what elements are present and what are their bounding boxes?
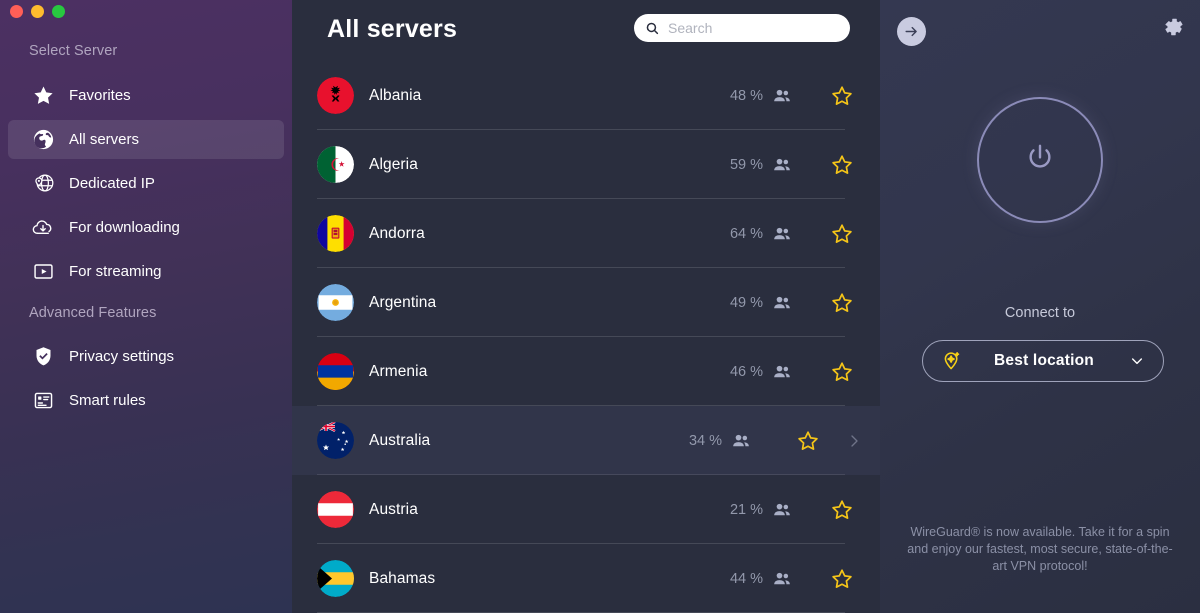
armenia-flag (317, 353, 354, 390)
sidebar-item-for-streaming[interactable]: For streaming (8, 252, 284, 291)
users-icon (772, 86, 792, 106)
country-name: Andorra (369, 224, 425, 242)
country-name: Armenia (369, 362, 428, 380)
austria-flag (317, 491, 354, 528)
sidebar-nav-primary: Favorites All servers Dedicated IP For d… (8, 76, 284, 296)
server-load: 46 % (729, 363, 763, 380)
shield-check-icon (30, 344, 56, 370)
sidebar: Select Server Favorites All servers Dedi… (0, 0, 292, 613)
rules-list-icon (30, 388, 56, 414)
chevron-down-icon[interactable] (1129, 353, 1145, 369)
users-icon (772, 224, 792, 244)
server-list-panel: All servers Albania (292, 0, 880, 613)
table-row[interactable]: Bahamas 44 % (292, 544, 880, 613)
sidebar-item-privacy-settings[interactable]: Privacy settings (8, 337, 284, 376)
users-icon (772, 155, 792, 175)
sidebar-item-all-servers[interactable]: All servers (8, 120, 284, 159)
sidebar-section-title: Select Server (29, 43, 118, 59)
play-screen-icon (30, 259, 56, 285)
sidebar-item-smart-rules[interactable]: Smart rules (8, 381, 284, 420)
server-load: 44 % (729, 570, 763, 587)
table-row[interactable]: Albania 48 % (292, 61, 880, 130)
server-load: 21 % (729, 501, 763, 518)
table-row[interactable]: Algeria 59 % (292, 130, 880, 199)
country-name: Bahamas (369, 569, 436, 587)
search-icon (645, 21, 660, 36)
maximize-window-button[interactable] (52, 5, 65, 18)
sidebar-item-label: Favorites (69, 87, 131, 104)
algeria-flag (317, 146, 354, 183)
server-load: 49 % (729, 294, 763, 311)
country-name: Argentina (369, 293, 437, 311)
best-location-selector[interactable]: Best location (922, 340, 1164, 382)
sidebar-item-dedicated-ip[interactable]: Dedicated IP (8, 164, 284, 203)
chevron-right-icon[interactable] (846, 433, 862, 449)
page-title: All servers (327, 15, 458, 43)
close-window-button[interactable] (10, 5, 23, 18)
sidebar-advanced-title: Advanced Features (29, 305, 157, 321)
server-load: 64 % (729, 225, 763, 242)
power-button[interactable] (977, 97, 1103, 223)
sidebar-item-label: For downloading (69, 219, 180, 236)
vpn-app-window: Select Server Favorites All servers Dedi… (0, 0, 1200, 613)
table-row[interactable]: Austria 21 % (292, 475, 880, 544)
gear-icon[interactable] (1160, 14, 1186, 40)
users-icon (772, 362, 792, 382)
users-icon (772, 569, 792, 589)
users-icon (772, 293, 792, 313)
favorite-star-icon[interactable] (830, 222, 854, 246)
users-icon (772, 500, 792, 520)
table-row[interactable]: Armenia 46 % (292, 337, 880, 406)
server-load: 34 % (688, 432, 722, 449)
search-input[interactable] (668, 18, 849, 38)
minimize-window-button[interactable] (31, 5, 44, 18)
favorite-star-icon[interactable] (830, 360, 854, 384)
favorite-star-icon[interactable] (796, 429, 820, 453)
star-icon (30, 83, 56, 109)
australia-flag (317, 422, 354, 459)
sidebar-item-label: Smart rules (69, 392, 146, 409)
sidebar-item-label: Privacy settings (69, 348, 175, 365)
country-name: Austria (369, 500, 418, 518)
sidebar-item-label: Dedicated IP (69, 175, 155, 192)
cloud-download-icon (30, 215, 56, 241)
country-name: Algeria (369, 155, 418, 173)
sidebar-item-label: All servers (69, 131, 140, 148)
arrow-right-circle-icon[interactable] (897, 17, 926, 46)
promo-text: WireGuard® is now available. Take it for… (907, 525, 1173, 573)
sidebar-item-label: For streaming (69, 263, 162, 280)
server-rows: Albania 48 % Algeria 59 % Andorra 64 % A… (292, 61, 880, 613)
sidebar-item-favorites[interactable]: Favorites (8, 76, 284, 115)
table-row[interactable]: Argentina 49 % (292, 268, 880, 337)
favorite-star-icon[interactable] (830, 567, 854, 591)
table-row[interactable]: Australia 34 % (292, 406, 880, 475)
sidebar-item-for-downloading[interactable]: For downloading (8, 208, 284, 247)
best-location-label: Best location (994, 352, 1094, 369)
bahamas-flag (317, 560, 354, 597)
server-load: 48 % (729, 87, 763, 104)
globe-icon (30, 127, 56, 153)
table-row[interactable]: Andorra 64 % (292, 199, 880, 268)
list-header: All servers (292, 0, 880, 61)
window-traffic-lights (10, 5, 65, 18)
server-load: 59 % (729, 156, 763, 173)
favorite-star-icon[interactable] (830, 153, 854, 177)
favorite-star-icon[interactable] (830, 498, 854, 522)
sidebar-nav-advanced: Privacy settings Smart rules (8, 337, 284, 425)
country-name: Albania (369, 86, 422, 104)
favorite-star-icon[interactable] (830, 84, 854, 108)
connection-panel: Connect to Best location WireGuard® is n… (880, 0, 1200, 613)
search-box[interactable] (634, 14, 850, 42)
albania-flag (317, 77, 354, 114)
andorra-flag (317, 215, 354, 252)
globe-pin-icon (30, 171, 56, 197)
connect-to-label: Connect to (1004, 305, 1076, 321)
favorite-star-icon[interactable] (830, 291, 854, 315)
country-name: Australia (369, 431, 431, 449)
argentina-flag (317, 284, 354, 321)
power-icon (1023, 141, 1057, 180)
users-icon (731, 431, 751, 451)
